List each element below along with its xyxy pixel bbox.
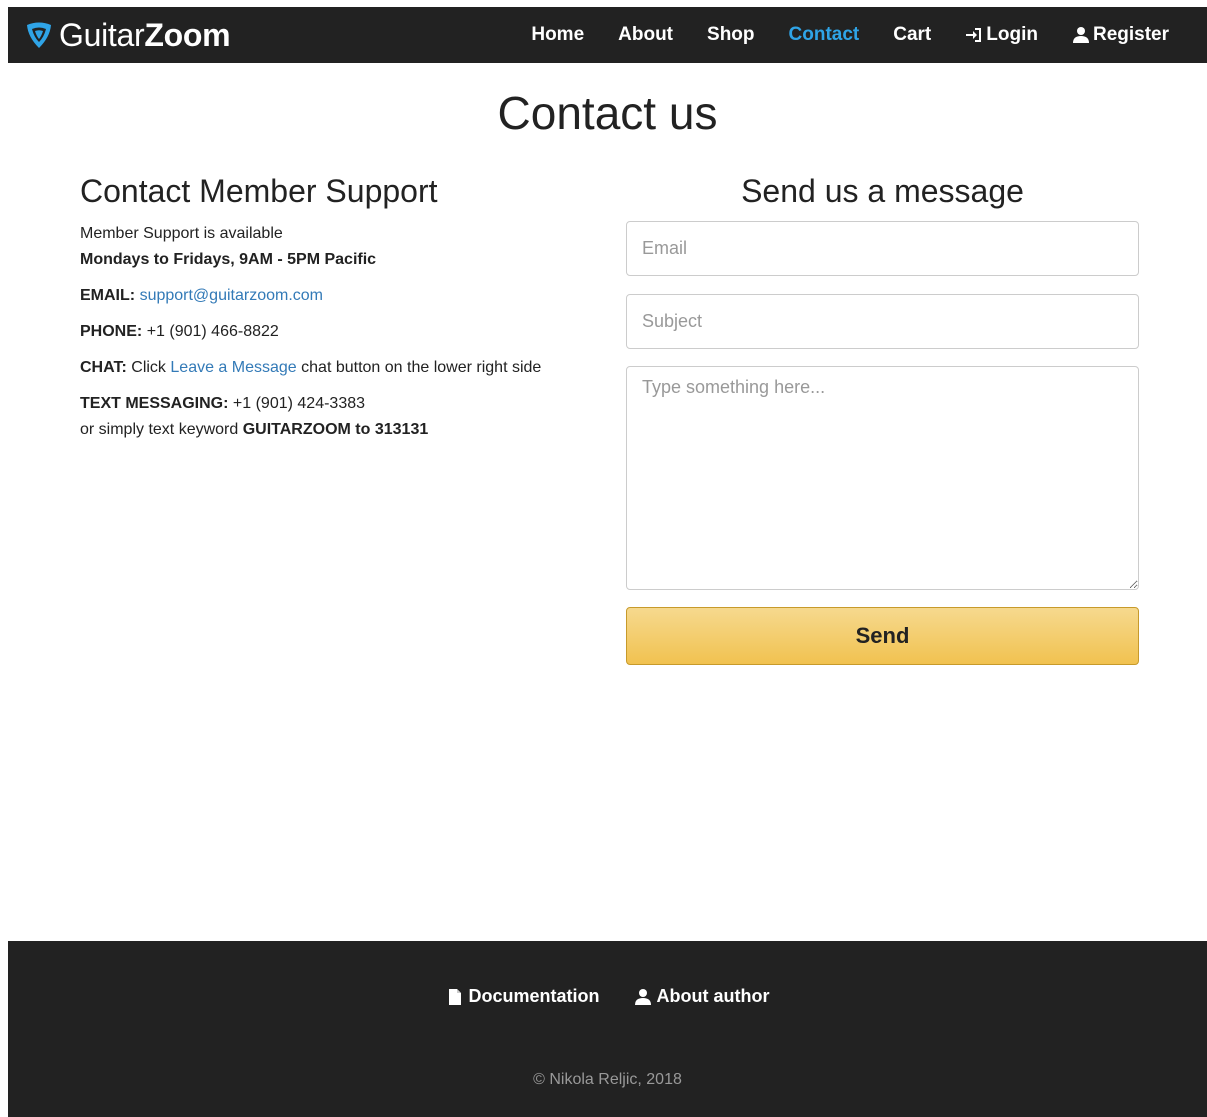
- leave-message-link[interactable]: Leave a Message: [170, 359, 296, 376]
- nav-contact[interactable]: Contact: [789, 24, 860, 46]
- phone-value: +1 (901) 466-8822: [146, 323, 279, 340]
- email-input[interactable]: [626, 221, 1139, 276]
- nav-about-label: About: [618, 24, 674, 45]
- user-icon: [634, 988, 651, 1005]
- nav-shop[interactable]: Shop: [707, 24, 755, 46]
- footer: Documentation About author © Nikola Relj…: [8, 941, 1207, 1117]
- form-heading: Send us a message: [741, 173, 1024, 209]
- availability-block: Member Support is available Mondays to F…: [80, 221, 600, 273]
- chat-suffix: chat button on the lower right side: [301, 359, 542, 376]
- nav-login[interactable]: Login: [965, 24, 1038, 46]
- login-icon: [966, 28, 982, 42]
- copyright-text: © Nikola Reljic, 2018: [533, 1071, 682, 1088]
- chat-prefix: Click: [131, 359, 166, 376]
- email-line: EMAIL: support@guitarzoom.com: [80, 283, 600, 309]
- member-support-section: Contact Member Support Member Support is…: [80, 171, 600, 453]
- page-title: Contact us: [497, 87, 718, 139]
- brand-name-bold: Zoom: [144, 17, 231, 53]
- nav-cart-label: Cart: [893, 24, 932, 45]
- documentation-label: Documentation: [468, 986, 600, 1006]
- nav-shop-label: Shop: [707, 24, 755, 45]
- send-button[interactable]: Send: [626, 607, 1139, 665]
- brand-name: GuitarZoom: [59, 15, 231, 55]
- brand-logo[interactable]: GuitarZoom: [24, 15, 231, 55]
- guitar-pick-icon: [27, 22, 51, 48]
- about-author-link[interactable]: About author: [634, 986, 770, 1007]
- phone-line: PHONE: +1 (901) 466-8822: [80, 319, 600, 345]
- text-value: +1 (901) 424-3383: [232, 395, 366, 412]
- phone-label: PHONE:: [80, 323, 143, 340]
- nav-home[interactable]: Home: [531, 24, 584, 46]
- page-frame: GuitarZoom Home About Shop Contact Cart …: [8, 7, 1207, 1117]
- about-author-label: About author: [656, 986, 770, 1006]
- nav-register-label: Register: [1092, 24, 1169, 45]
- nav-home-label: Home: [531, 24, 585, 45]
- nav-menu: Home About Shop Contact Cart Login Regis…: [497, 7, 1169, 63]
- nav-contact-label: Contact: [788, 24, 860, 45]
- nav-register[interactable]: Register: [1072, 24, 1169, 46]
- contact-form: Send us a message Send: [626, 171, 1139, 665]
- documentation-link[interactable]: Documentation: [446, 986, 600, 1007]
- availability-text: Member Support is available: [80, 225, 283, 242]
- text-messaging-block: TEXT MESSAGING: +1 (901) 424-3383 or sim…: [80, 391, 600, 443]
- support-heading: Contact Member Support: [80, 173, 438, 209]
- navbar: GuitarZoom Home About Shop Contact Cart …: [8, 7, 1207, 63]
- chat-label: CHAT:: [80, 359, 127, 376]
- nav-cart[interactable]: Cart: [893, 24, 931, 46]
- text-label: TEXT MESSAGING:: [80, 395, 229, 412]
- nav-login-label: Login: [986, 24, 1038, 45]
- text-or: or simply text keyword: [80, 421, 239, 438]
- nav-about[interactable]: About: [618, 24, 673, 46]
- user-icon: [1072, 27, 1089, 43]
- email-label: EMAIL:: [80, 287, 136, 304]
- brand-name-light: Guitar: [59, 17, 145, 53]
- chat-line: CHAT: Click Leave a Message chat button …: [80, 355, 600, 381]
- text-keyword: GUITARZOOM to 313131: [242, 421, 429, 438]
- document-icon: [448, 988, 461, 1005]
- message-textarea[interactable]: [626, 366, 1139, 590]
- support-email-link[interactable]: support@guitarzoom.com: [140, 287, 323, 304]
- support-hours: Mondays to Fridays, 9AM - 5PM Pacific: [80, 251, 377, 268]
- subject-input[interactable]: [626, 294, 1139, 349]
- footer-links: Documentation About author: [8, 986, 1207, 1007]
